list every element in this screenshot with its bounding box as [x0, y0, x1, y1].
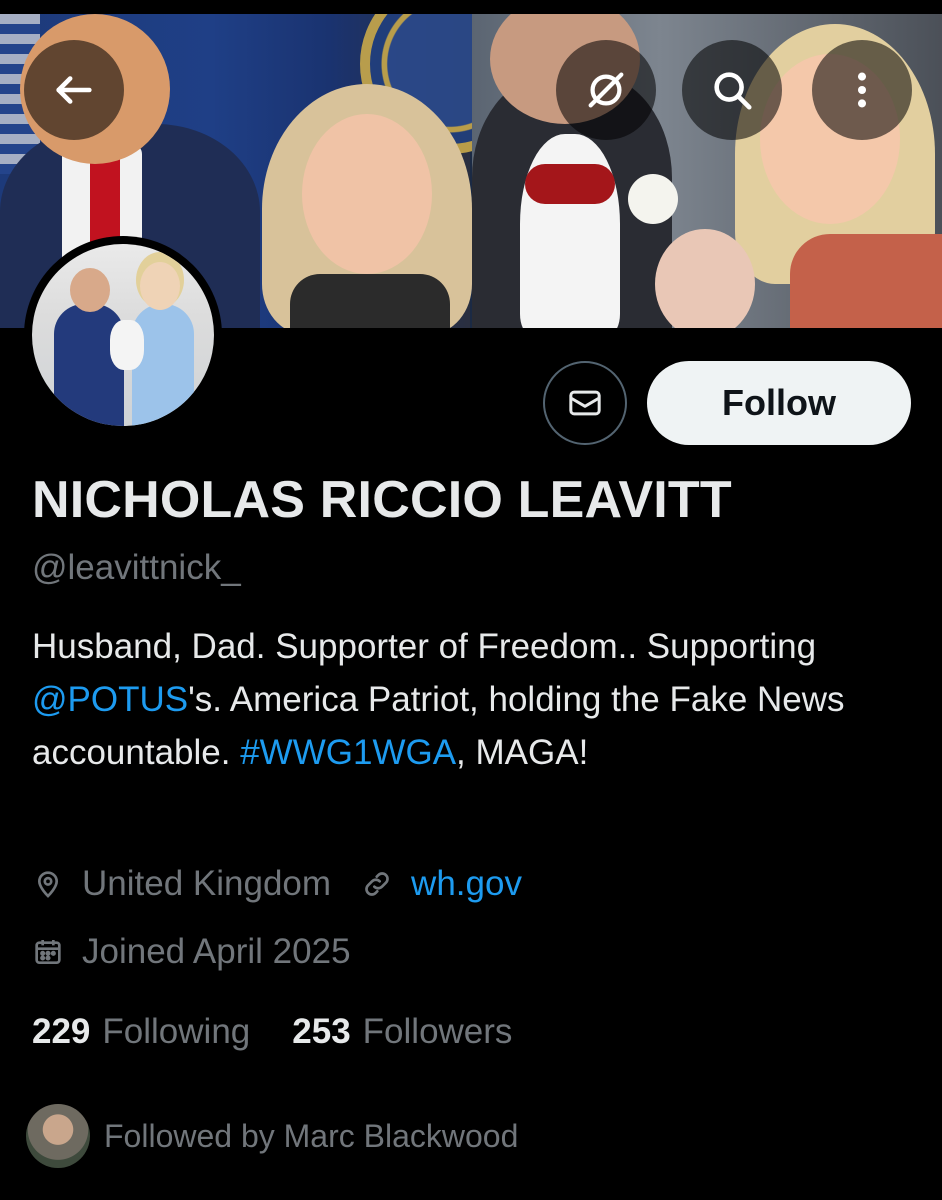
message-button[interactable]	[543, 361, 627, 445]
back-button[interactable]	[24, 40, 124, 140]
bio-text: Husband, Dad. Supporter of Freedom.. Sup…	[32, 627, 817, 666]
display-name: NICHOLAS RICCIO LEAVITT	[32, 471, 732, 529]
link-icon	[365, 872, 389, 896]
following-count: 229	[32, 1012, 91, 1051]
user-handle: @leavittnick_	[32, 548, 241, 587]
status-bar-area	[0, 0, 942, 14]
bio-mention-link[interactable]: @POTUS	[32, 680, 188, 719]
search-button[interactable]	[682, 40, 782, 140]
grok-button[interactable]	[556, 40, 656, 140]
more-vertical-icon	[857, 72, 867, 108]
grok-icon	[588, 72, 624, 108]
website-link[interactable]: wh.gov	[411, 864, 522, 904]
joined-date-text: Joined April 2025	[82, 932, 351, 971]
location-pin-icon	[37, 871, 59, 898]
profile-meta-location-row: United Kingdom wh.gov	[32, 864, 522, 904]
profile-bio: Husband, Dad. Supporter of Freedom.. Sup…	[32, 620, 912, 779]
profile-meta-joined-row: Joined April 2025	[32, 932, 351, 972]
bio-hashtag-link[interactable]: #WWG1WGA	[240, 733, 456, 772]
following-label: Following	[102, 1012, 251, 1051]
followed-by-text: Followed by Marc Blackwood	[104, 1117, 519, 1154]
following-link[interactable]: 229 Following	[32, 1012, 250, 1052]
avatar-photo	[32, 244, 214, 426]
followers-link[interactable]: 253 Followers	[292, 1012, 512, 1052]
location-text: United Kingdom	[82, 864, 332, 903]
followers-label: Followers	[362, 1012, 513, 1051]
calendar-icon	[35, 940, 61, 964]
follow-button[interactable]: Follow	[647, 361, 911, 445]
search-icon	[714, 72, 752, 110]
follower-avatar	[26, 1104, 90, 1168]
envelope-icon	[569, 390, 601, 416]
more-options-button[interactable]	[812, 40, 912, 140]
followed-by-row[interactable]: Followed by Marc Blackwood	[26, 1104, 518, 1168]
follow-stats: 229 Following 253 Followers	[32, 1012, 512, 1052]
arrow-left-icon	[56, 76, 92, 104]
profile-avatar[interactable]	[24, 236, 222, 434]
followers-count: 253	[292, 1012, 351, 1051]
bio-text: , MAGA!	[456, 733, 589, 772]
